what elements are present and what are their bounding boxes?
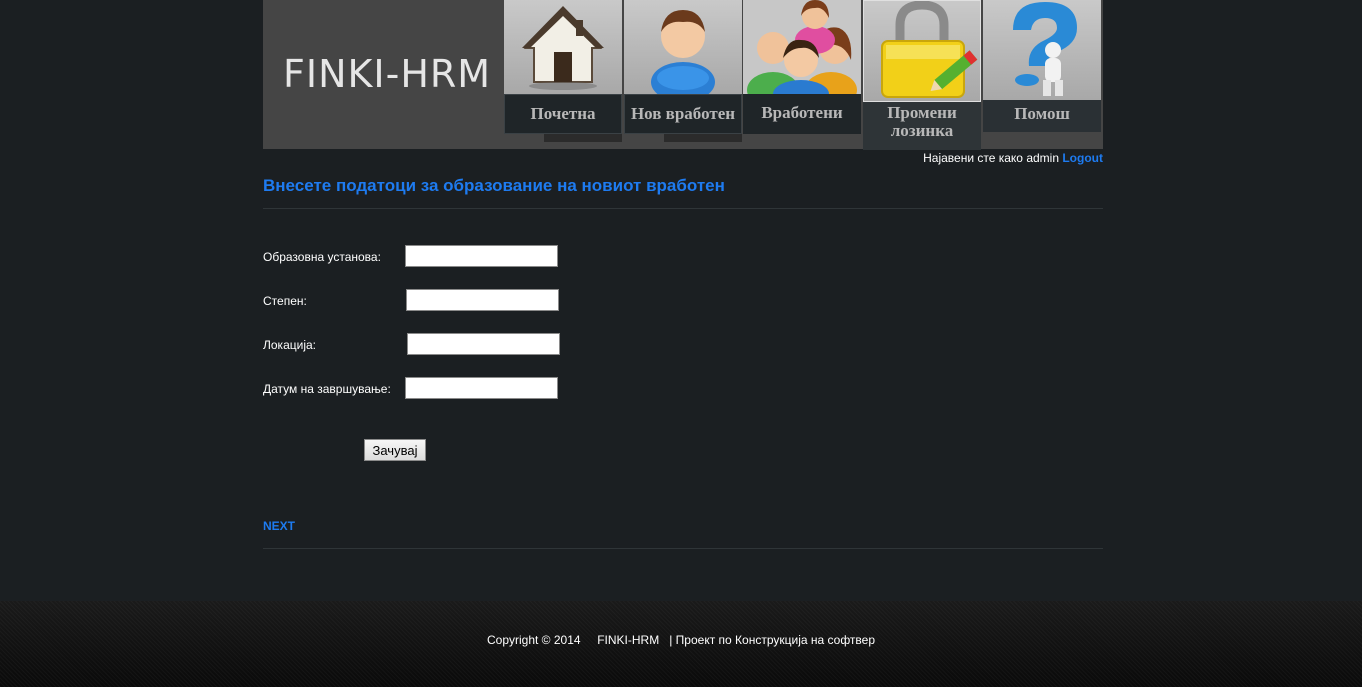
institution-input[interactable] [405, 245, 558, 267]
next-link[interactable]: NEXT [263, 519, 295, 533]
nav-home-label: Почетна [504, 94, 622, 134]
footer-project: | Проект по Конструкција на софтвер [669, 633, 876, 647]
institution-label: Образовна установа: [263, 250, 381, 264]
lock-pencil-icon [863, 0, 981, 102]
nav-help-label: Помош [983, 100, 1101, 132]
nav-home[interactable]: Почетна [504, 0, 622, 142]
nav-employees[interactable]: Вработени [743, 0, 861, 134]
footer: Copyright © 2014 FINKI-HRM | Проект по К… [0, 601, 1362, 687]
completion-date-label: Датум на завршување: [263, 382, 391, 396]
logout-link[interactable]: Logout [1062, 151, 1103, 165]
divider [263, 208, 1103, 209]
degree-label: Степен: [263, 294, 307, 308]
help-question-icon [983, 0, 1101, 100]
employees-icon [743, 0, 861, 94]
nav-help[interactable]: Помош [983, 0, 1101, 134]
nav-change-password-label: Промени лозинка [863, 102, 981, 150]
house-icon [504, 0, 622, 94]
footer-copyright: Copyright © 2014 [486, 633, 581, 647]
footer-text: Copyright © 2014 FINKI-HRM | Проект по К… [0, 633, 1362, 647]
site-logo[interactable]: FINKI-HRM [283, 52, 491, 96]
nav-change-password[interactable]: Промени лозинка [863, 0, 981, 150]
location-input[interactable] [407, 333, 560, 355]
logged-in-text: Најавени сте како admin [923, 151, 1059, 165]
new-employee-icon [624, 0, 742, 94]
location-label: Локација: [263, 338, 316, 352]
header: FINKI-HRM Почетна Нов вработен Вработени… [263, 0, 1103, 150]
degree-input[interactable] [406, 289, 559, 311]
nav-new-employee[interactable]: Нов вработен [624, 0, 742, 142]
nav-employees-label: Вработени [743, 94, 861, 134]
completion-date-input[interactable] [405, 377, 558, 399]
logged-in-status: Најавени сте како admin Logout [923, 151, 1103, 165]
save-button[interactable]: Зачувај [364, 439, 426, 461]
divider-bottom [263, 548, 1103, 549]
page-title: Внесете податоци за образование на новио… [263, 176, 725, 195]
footer-brand: FINKI-HRM [597, 633, 660, 647]
nav-new-employee-label: Нов вработен [624, 94, 742, 134]
